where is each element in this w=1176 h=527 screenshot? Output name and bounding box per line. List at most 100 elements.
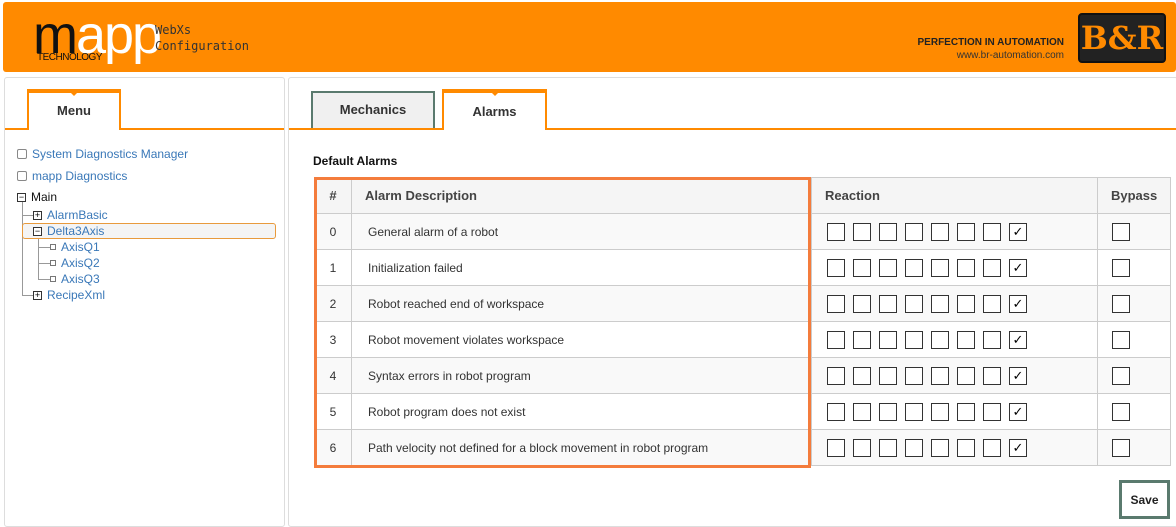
reaction-checkbox[interactable] [931,438,949,457]
reaction-checkbox[interactable] [879,330,897,349]
reaction-checkbox[interactable] [853,258,871,277]
reaction-checkbox[interactable] [827,366,845,385]
reaction-checkbox[interactable] [853,330,871,349]
reaction-checkbox[interactable] [853,402,871,421]
reaction-checkbox[interactable] [879,438,897,457]
reaction-checkbox[interactable] [931,366,949,385]
reaction-checkbox[interactable] [957,294,975,313]
reaction-checkbox[interactable] [957,330,975,349]
reaction-checkbox[interactable] [827,294,845,313]
reaction-checkbox[interactable] [905,366,923,385]
alarm-description: Initialization failed [351,249,812,286]
reaction-checkbox[interactable] [905,222,923,241]
reaction-checkbox[interactable] [931,222,949,241]
alarms-table: # Alarm Description Reaction Bypass 0 Gen… [314,177,1171,466]
reaction-checkbox[interactable] [879,258,897,277]
reaction-checkbox[interactable] [931,330,949,349]
reaction-checkbox[interactable] [905,402,923,421]
bypass-checkbox[interactable] [1112,366,1130,385]
alarm-description: Robot program does not exist [351,393,812,430]
save-button[interactable]: Save [1119,480,1170,519]
menu-item-label: System Diagnostics Manager [32,147,189,161]
bypass-checkbox[interactable] [1112,402,1130,421]
reaction-checkbox[interactable]: ✓ [1009,402,1027,421]
company-url: www.br-automation.com [956,50,1064,61]
reaction-checkbox[interactable] [983,330,1001,349]
reaction-checkbox[interactable] [957,402,975,421]
tree-node-delta3axis[interactable]: − Delta3Axis [33,224,104,238]
reaction-checkbox[interactable] [879,366,897,385]
alarm-description: General alarm of a robot [351,213,812,250]
tab-alarms[interactable]: Alarms [442,89,547,130]
reaction-checkbox[interactable] [957,366,975,385]
alarm-number: 2 [314,285,352,322]
tab-menu[interactable]: Menu [27,89,121,130]
tree-node-axisq3[interactable]: AxisQ3 [50,272,100,286]
reaction-checkbox[interactable] [827,222,845,241]
bypass-checkbox[interactable] [1112,258,1130,277]
reaction-checkbox[interactable] [879,222,897,241]
collapse-icon[interactable]: − [33,226,42,236]
tagline: PERFECTION IN AUTOMATION [917,37,1064,48]
alarm-description: Robot movement violates workspace [351,321,812,358]
reaction-checkbox[interactable] [827,402,845,421]
tab-underline [289,128,1176,130]
reaction-cell: ✓ [811,213,1098,250]
br-logo: B&R [1078,13,1166,63]
bypass-cell [1097,357,1171,394]
menu-item-mapp-diagnostics[interactable]: mapp Diagnostics [17,169,127,183]
reaction-checkbox[interactable] [905,258,923,277]
tree-node-axisq2[interactable]: AxisQ2 [50,256,100,270]
reaction-checkbox[interactable] [983,294,1001,313]
bypass-checkbox[interactable] [1112,222,1130,241]
reaction-checkbox[interactable] [983,222,1001,241]
tree-node-axisq1[interactable]: AxisQ1 [50,240,100,254]
reaction-checkbox[interactable] [879,294,897,313]
reaction-checkbox[interactable] [983,438,1001,457]
reaction-checkbox[interactable]: ✓ [1009,330,1027,349]
reaction-checkbox[interactable] [983,258,1001,277]
reaction-checkbox[interactable] [931,402,949,421]
reaction-checkbox[interactable] [879,402,897,421]
reaction-checkbox[interactable] [957,258,975,277]
reaction-checkbox[interactable] [957,438,975,457]
reaction-checkbox[interactable] [853,222,871,241]
bypass-checkbox[interactable] [1112,294,1130,313]
reaction-checkbox[interactable] [853,438,871,457]
reaction-checkbox[interactable] [983,366,1001,385]
reaction-checkbox[interactable] [827,330,845,349]
menu-item-system-diagnostics[interactable]: System Diagnostics Manager [17,147,188,161]
reaction-checkbox[interactable] [905,330,923,349]
tab-mechanics[interactable]: Mechanics [311,91,435,128]
reaction-checkbox[interactable]: ✓ [1009,222,1027,241]
reaction-checkbox[interactable] [931,258,949,277]
reaction-checkbox[interactable] [827,438,845,457]
tree-node-main[interactable]: − Main [17,190,57,204]
bypass-checkbox[interactable] [1112,438,1130,457]
tree-node-label: Main [31,190,58,204]
tree-node-alarmbasic[interactable]: + AlarmBasic [33,208,108,222]
reaction-checkbox[interactable]: ✓ [1009,258,1027,277]
reaction-checkbox[interactable] [905,438,923,457]
leaf-icon [50,260,56,266]
reaction-checkbox[interactable] [853,366,871,385]
menu-item-label: mapp Diagnostics [32,169,128,183]
reaction-checkbox[interactable] [931,294,949,313]
tree-node-recipexml[interactable]: + RecipeXml [33,288,105,302]
reaction-checkbox[interactable] [957,222,975,241]
reaction-checkbox[interactable]: ✓ [1009,438,1027,457]
table-row: 4 Syntax errors in robot program ✓ [314,357,1171,394]
expand-icon[interactable]: + [33,210,42,220]
reaction-checkbox[interactable] [853,294,871,313]
alarm-description: Syntax errors in robot program [351,357,812,394]
bypass-cell [1097,321,1171,358]
reaction-checkbox[interactable] [983,402,1001,421]
bypass-checkbox[interactable] [1112,330,1130,349]
expand-icon[interactable]: + [33,290,42,300]
collapse-icon[interactable]: − [17,192,26,202]
reaction-checkbox[interactable]: ✓ [1009,294,1027,313]
reaction-checkbox[interactable] [905,294,923,313]
reaction-checkbox[interactable]: ✓ [1009,366,1027,385]
alarm-number: 0 [314,213,352,250]
reaction-checkbox[interactable] [827,258,845,277]
